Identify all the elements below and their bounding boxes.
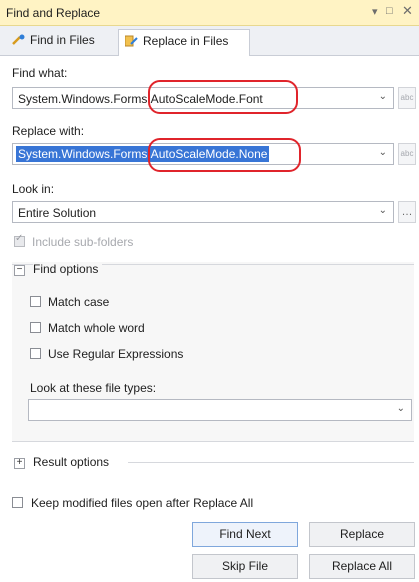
find-next-button[interactable]: Find Next (192, 522, 298, 547)
tab-label: Replace in Files (143, 34, 229, 48)
include-subfolders-checkbox[interactable] (14, 233, 25, 247)
file-types-combobox[interactable]: ⌄ (28, 399, 412, 421)
regex-builder-button[interactable]: abc (398, 143, 416, 165)
match-whole-word-label: Match whole word (48, 321, 145, 335)
annotation-ring (148, 80, 298, 114)
chevron-down-icon[interactable]: ⌄ (379, 205, 387, 216)
result-options-header[interactable]: Result options (33, 455, 109, 469)
keep-modified-checkbox[interactable] (12, 497, 23, 508)
tab-replace-in-files[interactable]: Replace in Files (118, 29, 250, 56)
match-case-checkbox[interactable] (30, 296, 41, 307)
window-title: Find and Replace (6, 6, 101, 20)
find-what-label: Find what: (12, 66, 68, 80)
chevron-down-icon[interactable]: ⌄ (379, 91, 387, 102)
skip-file-button[interactable]: Skip File (192, 554, 298, 579)
match-case-label: Match case (48, 295, 110, 309)
divider (128, 462, 414, 463)
close-icon[interactable]: ✕ (402, 3, 413, 19)
find-in-files-icon (12, 34, 26, 46)
include-subfolders-label: Include sub-folders (32, 235, 134, 249)
regex-builder-button[interactable]: abc (398, 87, 416, 109)
look-in-label: Look in: (12, 182, 55, 196)
use-regex-label: Use Regular Expressions (48, 347, 184, 361)
replace-all-button[interactable]: Replace All (309, 554, 415, 579)
title-bar: Find and Replace ▾ □ ✕ (0, 0, 419, 26)
tab-find-in-files[interactable]: Find in Files (6, 29, 116, 53)
find-options-header[interactable]: Find options (33, 262, 103, 276)
replace-with-label: Replace with: (12, 124, 85, 138)
file-types-label: Look at these file types: (30, 381, 157, 395)
maximize-icon[interactable]: □ (386, 5, 393, 17)
dropdown-pin-icon[interactable]: ▾ (372, 5, 378, 18)
match-whole-word-checkbox[interactable] (30, 322, 41, 333)
replace-in-files-icon (124, 35, 139, 47)
chevron-down-icon[interactable]: ⌄ (379, 147, 387, 158)
use-regex-checkbox[interactable] (30, 348, 41, 359)
keep-modified-label: Keep modified files open after Replace A… (31, 496, 254, 510)
replace-button[interactable]: Replace (309, 522, 415, 547)
look-in-combobox[interactable]: Entire Solution ⌄ (12, 201, 394, 223)
collapse-find-options-icon[interactable]: − (14, 265, 25, 276)
tab-label: Find in Files (30, 33, 95, 47)
annotation-ring (148, 138, 301, 172)
look-in-value: Entire Solution (18, 206, 97, 220)
chevron-down-icon[interactable]: ⌄ (397, 403, 405, 414)
tab-strip: Find in Files Replace in Files (0, 26, 419, 56)
expand-result-options-icon[interactable]: + (14, 458, 25, 469)
browse-folders-button[interactable]: … (398, 201, 416, 223)
